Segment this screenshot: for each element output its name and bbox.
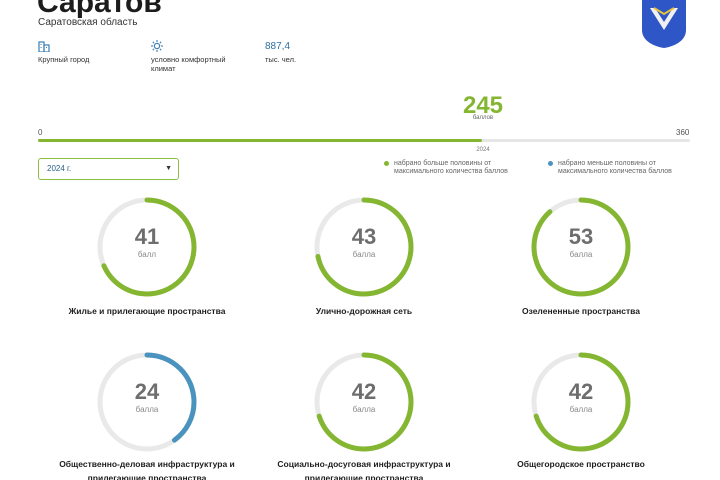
category-score: 42 балла	[529, 379, 633, 415]
legend-above-half-text: набрано больше половины от максимального…	[394, 160, 508, 175]
legend-above-half: набрано больше половины от максимального…	[384, 160, 524, 176]
category-name: Озелененные пространства	[521, 306, 641, 316]
fact-label: Крупный город	[38, 55, 90, 64]
category-score: 41 балл	[95, 224, 199, 260]
category-score-unit: балла	[352, 405, 376, 414]
scale-max: 360	[676, 128, 690, 137]
category-card[interactable]: 42 балла Социально-досуговая инфраструктур…	[254, 350, 474, 480]
category-score-value: 41	[134, 224, 160, 249]
year-select[interactable]: 2024 г. ▼	[38, 158, 179, 180]
green-dot-icon	[384, 161, 389, 166]
category-name: Социально-досуговая инфраструктура и при…	[277, 459, 451, 480]
category-card[interactable]: 43 балла Улично-дорожная сеть	[254, 195, 474, 325]
coat-of-arms-icon	[640, 0, 688, 48]
total-progress-fill	[38, 139, 482, 142]
category-score-unit: балла	[352, 250, 376, 259]
year-marker: 2024	[476, 147, 490, 153]
fact-population: 887,4 тыс. чел.	[265, 40, 325, 64]
category-score-unit: балла	[569, 405, 593, 414]
city-facts: Крупный город условно комфортный климат …	[38, 40, 338, 80]
category-score-value: 42	[351, 379, 377, 404]
category-name: Общегородское пространство	[517, 459, 645, 469]
category-card[interactable]: 24 балла Общественно-деловая инфраструктур…	[37, 350, 257, 480]
category-name: Общественно-деловая инфраструктура и при…	[59, 459, 235, 480]
legend-below-half: набрано меньше половины от максимального…	[548, 160, 688, 176]
category-score-unit: балла	[569, 250, 593, 259]
category-card[interactable]: 41 балл Жилье и прилегающие пространства	[37, 195, 257, 325]
fact-label: условно комфортный климат	[151, 55, 226, 73]
sun-icon	[151, 40, 231, 54]
blue-dot-icon	[548, 161, 553, 166]
category-score-value: 43	[351, 224, 377, 249]
category-score-value: 42	[568, 379, 594, 404]
fact-city-size: Крупный город	[38, 40, 128, 64]
city-title: Саратов	[37, 0, 162, 19]
category-score-value: 24	[134, 379, 160, 404]
fact-climate: условно комфортный климат	[151, 40, 231, 73]
category-score: 24 балла	[95, 379, 199, 415]
year-select-value: 2024 г.	[47, 164, 72, 173]
category-score-unit: балл	[137, 250, 157, 259]
category-card[interactable]: 53 балла Озелененные пространства	[471, 195, 691, 325]
category-score-unit: балла	[135, 405, 159, 414]
category-name: Жилье и прилегающие пространства	[68, 306, 226, 316]
population-unit: тыс. чел.	[265, 55, 297, 64]
region-name: Саратовская область	[38, 17, 138, 28]
total-progress-track	[38, 139, 690, 142]
category-score: 42 балла	[312, 379, 416, 415]
category-card[interactable]: 42 балла Общегородское пространство	[471, 350, 691, 480]
total-score: 245 баллов	[459, 94, 507, 122]
category-score-value: 53	[568, 224, 594, 249]
chevron-down-icon[interactable]: ▼	[165, 165, 172, 172]
category-score: 53 балла	[529, 224, 633, 260]
category-score: 43 балла	[312, 224, 416, 260]
buildings-icon	[38, 40, 128, 54]
scale-min: 0	[38, 128, 43, 137]
category-name: Улично-дорожная сеть	[315, 306, 413, 316]
population-value: 887,4	[265, 41, 291, 52]
legend-below-half-text: набрано меньше половины от максимального…	[558, 160, 672, 175]
